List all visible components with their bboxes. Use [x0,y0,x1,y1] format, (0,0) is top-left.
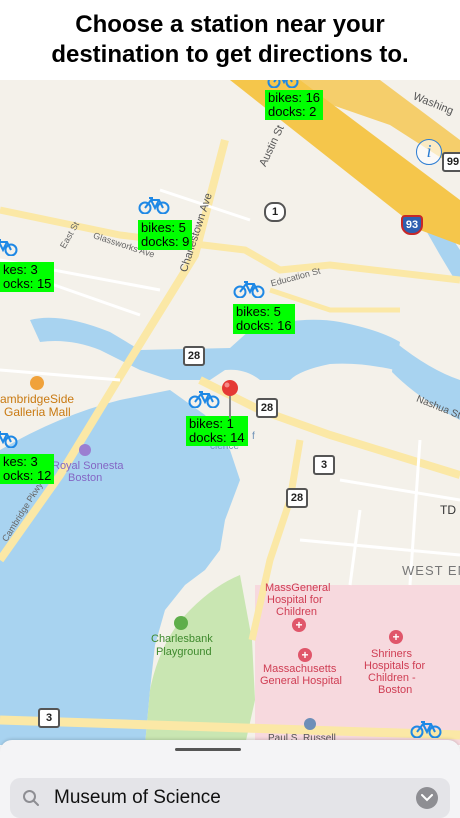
station-availability-label: kes: 3 ocks: 15 [0,262,55,292]
bottom-sheet[interactable]: Museum of Science [0,740,460,818]
docks-count: ocks: 12 [3,468,52,483]
search-icon [23,790,39,806]
route-99-shield: 99 [442,152,460,172]
bikes-count: kes: 3 [3,262,38,277]
docks-count: docks: 9 [141,234,190,249]
map-info-button[interactable]: i [416,139,442,165]
station-availability-label: bikes: 1 docks: 14 [186,416,248,446]
search-input[interactable]: Museum of Science [54,787,221,809]
bike-icon [0,239,18,256]
bikes-count: bikes: 1 [189,416,234,431]
route-28-shield: 28 [256,398,278,418]
bikes-count: bikes: 5 [236,304,281,319]
bikes-count: kes: 3 [3,454,38,469]
poi-icon [304,718,316,730]
route-1-shield: 1 [264,202,286,222]
bike-icon [0,431,18,448]
station-availability-label: kes: 3 ocks: 12 [0,454,55,484]
sheet-grabber-handle[interactable] [175,748,241,751]
docks-count: docks: 14 [189,430,245,445]
page-title: Choose a station near your destination t… [51,11,409,68]
hotel-icon [79,444,91,456]
map-view[interactable]: Charlestown Ave East St Glassworks Ave A… [0,80,460,745]
docks-count: docks: 2 [268,104,317,119]
docks-count: docks: 16 [236,318,292,333]
bikes-count: bikes: 16 [268,90,321,105]
search-options-button[interactable] [416,787,438,809]
interstate-93-shield: 93 [401,215,423,235]
bike-icon[interactable] [410,720,442,738]
hospital-icon: + [298,648,312,662]
docks-count: ocks: 15 [3,276,52,291]
chevron-down-icon [421,794,433,802]
park-icon [174,616,188,630]
mall-icon [30,376,44,390]
location-pin-icon [222,380,238,418]
route-28-shield: 28 [183,346,205,366]
bikes-count: bikes: 5 [141,220,186,235]
route-28-shield: 28 [286,488,308,508]
station-availability-label: bikes: 16 docks: 2 [265,90,324,120]
route-3-shield: 3 [313,455,335,475]
hospital-icon: + [292,618,306,632]
hospital-icon: + [389,630,403,644]
route-3-shield: 3 [38,708,60,728]
station-availability-label: bikes: 5 docks: 16 [233,304,295,334]
bike-icon [267,80,299,88]
search-bar[interactable]: Museum of Science [10,778,450,818]
header: Choose a station near your destination t… [0,0,460,80]
station-availability-label: bikes: 5 docks: 9 [138,220,193,250]
bike-icon [233,281,265,298]
bike-icon [188,391,220,408]
bike-icon [138,197,170,214]
